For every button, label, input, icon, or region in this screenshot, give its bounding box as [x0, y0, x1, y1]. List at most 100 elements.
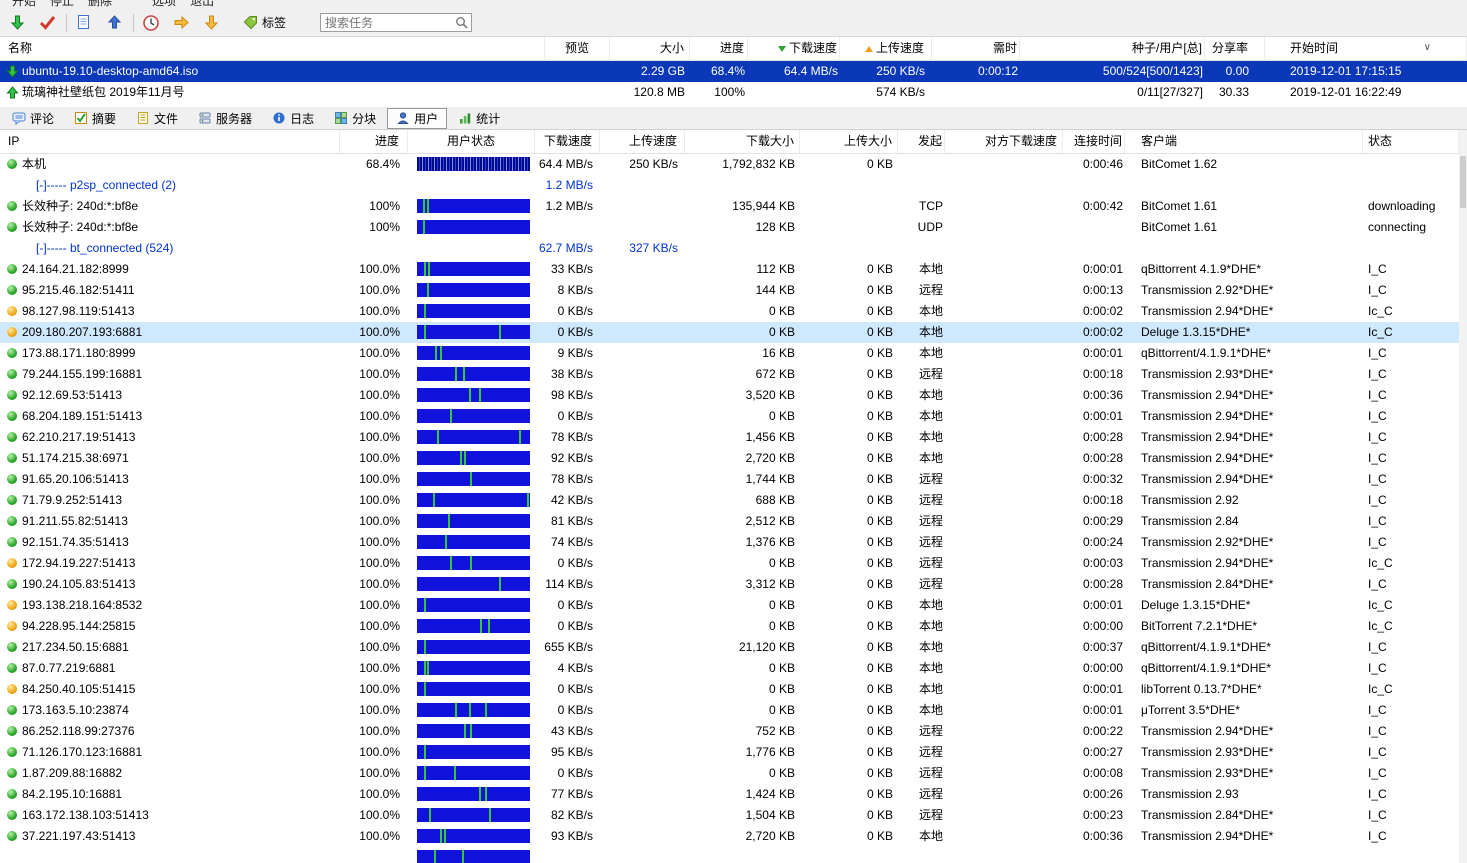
peer-col-header-9[interactable]: 连接时间 — [1063, 130, 1125, 153]
peer-row[interactable]: 62.210.217.19:51413 100.0% 78 KB/s 1,456 KB… — [0, 427, 1459, 448]
peer-col-header-3[interactable]: 下载速度 — [535, 130, 600, 153]
menu-item-2[interactable]: 停止 — [50, 0, 74, 9]
peer-ip: 71.126.170.123:16881 — [0, 742, 340, 763]
menu-item-3[interactable]: 删除 — [88, 0, 112, 9]
tab-summary[interactable]: 摘要 — [65, 108, 125, 129]
task-col-header-3[interactable]: 进度 — [690, 37, 748, 60]
scheduler-clock-icon[interactable] — [139, 11, 163, 35]
piece-stripe — [423, 304, 426, 318]
peer-row[interactable]: 68.204.189.151:51413 100.0% 0 KB/s 0 KB 0 KB… — [0, 406, 1459, 427]
peer-up-size — [800, 175, 898, 196]
peer-row[interactable]: 173.163.5.10:23874 100.0% 0 KB/s 0 KB 0 KB 本地… — [0, 700, 1459, 721]
task-start-time: 2019-12-01 16:22:49 — [1290, 85, 1402, 99]
peer-down-speed: 1.2 MB/s — [545, 199, 593, 213]
peer-origin: 远程 — [918, 745, 943, 759]
peer-row[interactable]: 172.94.19.227:51413 100.0% 0 KB/s 0 KB 0 KB 远… — [0, 553, 1459, 574]
peer-col-header-6[interactable]: 上传大小 — [800, 130, 898, 153]
peer-row[interactable]: 84.250.40.105:51415 100.0% 0 KB/s 0 KB 0 KB 本… — [0, 679, 1459, 700]
task-col-header-2[interactable]: 大小 — [610, 37, 690, 60]
peer-group-row[interactable]: [-]----- p2sp_connected (2) 1.2 MB/s — [0, 175, 1459, 196]
label-button[interactable]: 标签 — [235, 12, 294, 33]
new-task-document-icon[interactable] — [72, 11, 96, 35]
peer-row[interactable]: 94.228.95.144:25815 100.0% 0 KB/s 0 KB 0 KB 本… — [0, 616, 1459, 637]
peer-row[interactable]: 51.174.215.38:6971 100.0% 92 KB/s 2,720 KB 0… — [0, 448, 1459, 469]
search-box[interactable] — [320, 13, 473, 32]
peer-scrollbar[interactable] — [1459, 130, 1467, 863]
menu-item-1[interactable]: 开始 — [12, 0, 36, 9]
peer-row[interactable]: 本机 68.4% 64.4 MB/s 250 KB/s 1,792,832 KB 0 KB… — [0, 154, 1459, 175]
tab-log[interactable]: 日志 — [263, 108, 323, 129]
upload-arrow-icon[interactable] — [102, 11, 126, 35]
peer-row[interactable]: 95.215.46.182:51411 100.0% 8 KB/s 144 KB 0 K… — [0, 280, 1459, 301]
peer-connect-time — [1063, 847, 1125, 863]
peer-row[interactable]: 173.88.171.180:8999 100.0% 9 KB/s 16 KB 0 KB… — [0, 343, 1459, 364]
peer-col-header-1[interactable]: 进度 — [340, 130, 408, 153]
peer-col-header-11[interactable]: 状态 — [1363, 130, 1459, 153]
peer-col-header-10[interactable]: 客户端 — [1125, 130, 1363, 153]
task-row[interactable]: ubuntu-19.10-desktop-amd64.iso 2.29 GB 68.… — [0, 61, 1467, 82]
peer-group-row[interactable]: [-]----- bt_connected (524) 62.7 MB/s 327 … — [0, 238, 1459, 259]
peer-row[interactable]: 91.65.20.106:51413 100.0% 78 KB/s 1,744 KB 0… — [0, 469, 1459, 490]
yellow-right-arrow-icon[interactable] — [169, 11, 193, 35]
tab-trackers[interactable]: 服务器 — [189, 108, 261, 129]
peer-row[interactable]: 209.180.207.193:6881 100.0% 0 KB/s 0 KB 0 KB… — [0, 322, 1459, 343]
menu-item-5[interactable]: 退出 — [190, 0, 214, 9]
peer-row[interactable]: 71.79.9.252:51413 100.0% 42 KB/s 688 KB 0 KB… — [0, 490, 1459, 511]
peer-row[interactable]: 71.126.170.123:16881 100.0% 95 KB/s 1,776 K… — [0, 742, 1459, 763]
task-col-header-4[interactable]: 下载速度 — [748, 37, 840, 60]
start-download-icon[interactable] — [5, 11, 29, 35]
peer-scrollbar-thumb[interactable] — [1460, 156, 1466, 208]
task-col-header-5[interactable]: 上传速度 — [840, 37, 932, 60]
peer-row[interactable]: 79.244.155.199:16881 100.0% 38 KB/s 672 KB 0… — [0, 364, 1459, 385]
task-name: ubuntu-19.10-desktop-amd64.iso — [0, 61, 545, 82]
task-col-header-6[interactable]: 需时 — [932, 37, 1020, 60]
menu-item-4[interactable]: 选项 — [152, 0, 176, 9]
peer-row[interactable]: 86.252.118.99:27376 100.0% 43 KB/s 752 KB 0 … — [0, 721, 1459, 742]
tab-pieces[interactable]: 分块 — [325, 108, 385, 129]
tab-stats[interactable]: 统计 — [449, 108, 509, 129]
peer-row[interactable]: 长效种子: 240d:*:bf8e 100% 128 KB UDP BitComet 1… — [0, 217, 1459, 238]
peer-row[interactable]: 1.87.209.88:16882 100.0% 0 KB/s 0 KB 0 KB 远程 0… — [0, 763, 1459, 784]
task-col-header-7[interactable]: 种子/用户[总] — [1020, 37, 1205, 60]
tab-peers[interactable]: 用户 — [387, 107, 448, 129]
task-col-header-1[interactable]: 预览 — [545, 37, 610, 60]
peer-down-size: 0 KB — [768, 304, 795, 318]
peer-row[interactable]: 92.12.69.53:51413 100.0% 98 KB/s 3,520 KB 0 … — [0, 385, 1459, 406]
column-chooser-icon[interactable]: ∨ — [1424, 37, 1431, 59]
peer-row[interactable]: 24.164.21.182:8999 100.0% 33 KB/s 112 KB 0 K… — [0, 259, 1459, 280]
peer-row[interactable]: 91.211.55.82:51413 100.0% 81 KB/s 2,512 KB 0… — [0, 511, 1459, 532]
peer-row[interactable]: 84.2.195.10:16881 100.0% 77 KB/s 1,424 KB 0 … — [0, 784, 1459, 805]
task-row[interactable]: 琉璃神社壁纸包 2019年11月号 120.8 MB 100% 574 KB/s 0/1… — [0, 82, 1467, 103]
task-col-header-8[interactable]: 分享率 — [1205, 37, 1265, 60]
peer-down-size: 135,944 KB — [732, 199, 795, 213]
peer-col-header-5[interactable]: 下载大小 — [685, 130, 800, 153]
peer-col-header-4[interactable]: 上传速度 — [600, 130, 685, 153]
peer-row[interactable]: 92.151.74.35:51413 100.0% 74 KB/s 1,376 KB 0… — [0, 532, 1459, 553]
peer-row[interactable]: 163.172.138.103:51413 100.0% 82 KB/s 1,504 … — [0, 805, 1459, 826]
peer-row[interactable] — [0, 847, 1459, 863]
peer-row[interactable]: 37.221.197.43:51413 100.0% 93 KB/s 2,720 KB… — [0, 826, 1459, 847]
tab-comments[interactable]: 评论 — [3, 108, 63, 129]
peer-origin: 远程 — [918, 472, 943, 486]
peer-col-header-0[interactable]: IP — [0, 130, 340, 153]
peer-row[interactable]: 98.127.98.119:51413 100.0% 0 KB/s 0 KB 0 KB 本… — [0, 301, 1459, 322]
peer-col-header-7[interactable]: 发起 — [898, 130, 945, 153]
peer-ok-icon — [7, 579, 17, 589]
yellow-down-arrow-icon[interactable] — [199, 11, 223, 35]
task-col-header-0[interactable]: 名称 — [0, 37, 545, 60]
peer-connect-time: 0:00:01 — [1082, 703, 1123, 717]
peer-col-header-2[interactable]: 用户状态 — [408, 130, 535, 153]
peer-row[interactable]: 217.234.50.15:6881 100.0% 655 KB/s 21,120 K… — [0, 637, 1459, 658]
search-icon[interactable] — [455, 16, 471, 29]
peer-row[interactable]: 193.138.218.164:8532 100.0% 0 KB/s 0 KB 0 KB… — [0, 595, 1459, 616]
task-col-header-9[interactable]: 开始时间 — [1265, 37, 1467, 60]
red-check-icon[interactable] — [35, 11, 59, 35]
search-input[interactable] — [321, 15, 456, 30]
peer-col-header-8[interactable]: 对方下载速度 — [945, 130, 1063, 153]
peer-row[interactable]: 长效种子: 240d:*:bf8e 100% 1.2 MB/s 135,944 KB T… — [0, 196, 1459, 217]
peer-ip-label: 173.163.5.10:23874 — [22, 703, 129, 717]
peer-row[interactable]: 87.0.77.219:6881 100.0% 4 KB/s 0 KB 0 KB 本地 0:… — [0, 658, 1459, 679]
peer-row[interactable]: 190.24.105.83:51413 100.0% 114 KB/s 3,312 K… — [0, 574, 1459, 595]
peer-up-size — [800, 217, 898, 238]
tab-files[interactable]: 文件 — [127, 108, 187, 129]
